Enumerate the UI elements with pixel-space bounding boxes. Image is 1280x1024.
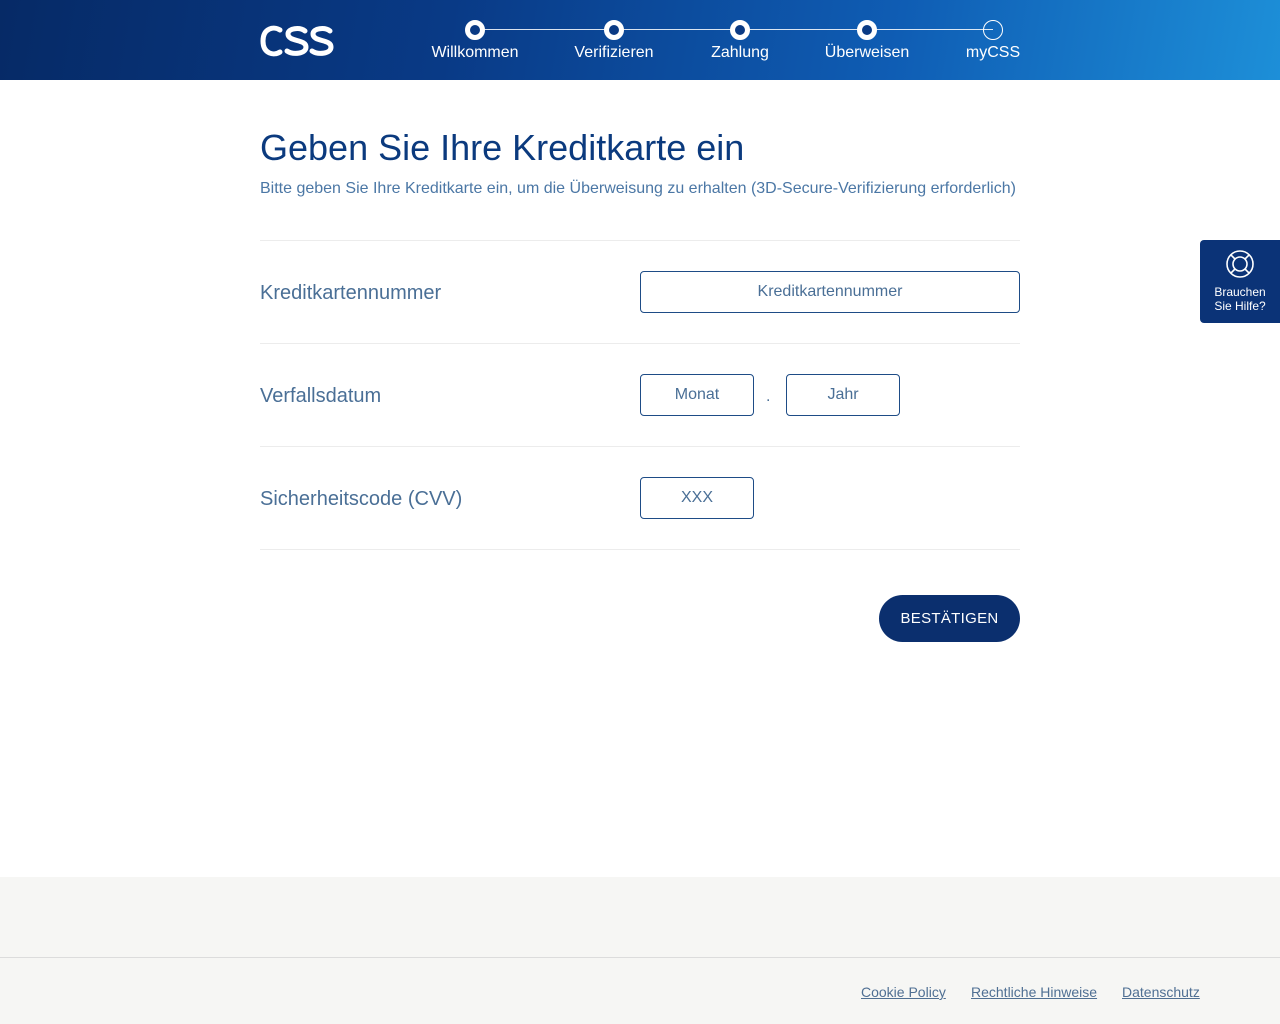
cookie-policy-link[interactable]: Cookie Policy	[861, 984, 946, 1000]
help-label: Brauchen Sie Hilfe?	[1200, 285, 1280, 313]
legal-notice-link[interactable]: Rechtliche Hinweise	[971, 984, 1097, 1000]
card-number-input[interactable]	[640, 271, 1020, 313]
footer: Cookie Policy Rechtliche Hinweise Datens…	[0, 958, 1280, 1024]
step-complete-icon	[730, 20, 750, 40]
progress-steps: Willkommen Verifizieren Zahlung Überweis…	[420, 0, 1030, 80]
step-label: Zahlung	[711, 44, 769, 61]
cvv-label: Sicherheitscode (CVV)	[260, 488, 463, 510]
step-pending-icon	[983, 20, 1003, 40]
step-complete-icon	[604, 20, 624, 40]
step-label: Überweisen	[824, 44, 910, 61]
expiry-separator: .	[766, 388, 771, 405]
expiry-label: Verfallsdatum	[260, 385, 382, 407]
step-complete-icon	[857, 20, 877, 40]
css-logo-icon	[260, 25, 334, 57]
step-label: myCSS	[965, 44, 1021, 61]
step-label: Verifizieren	[574, 44, 654, 61]
divider	[260, 549, 1020, 550]
help-label-line2: Sie Hilfe?	[1214, 299, 1266, 313]
step-label: Willkommen	[431, 44, 519, 61]
cvv-input[interactable]	[640, 477, 754, 519]
page-title: Geben Sie Ihre Kreditkarte ein	[260, 127, 745, 168]
footer-band	[0, 877, 1280, 957]
divider	[260, 446, 1020, 447]
page-subtitle: Bitte geben Sie Ihre Kreditkarte ein, um…	[260, 180, 1016, 197]
card-number-label: Kreditkartennummer	[260, 282, 442, 304]
privacy-link[interactable]: Datenschutz	[1122, 984, 1200, 1000]
divider	[260, 240, 1020, 241]
header: Willkommen Verifizieren Zahlung Überweis…	[0, 0, 1280, 80]
divider	[260, 343, 1020, 344]
css-logo[interactable]	[260, 22, 336, 60]
help-label-line1: Brauchen	[1214, 285, 1266, 299]
step-complete-icon	[465, 20, 485, 40]
expiry-year-input[interactable]	[786, 374, 900, 416]
confirm-button[interactable]: BESTÄTIGEN	[879, 595, 1020, 642]
lifebuoy-icon	[1226, 250, 1254, 278]
help-tab[interactable]: Brauchen Sie Hilfe?	[1200, 240, 1280, 323]
expiry-month-input[interactable]	[640, 374, 754, 416]
